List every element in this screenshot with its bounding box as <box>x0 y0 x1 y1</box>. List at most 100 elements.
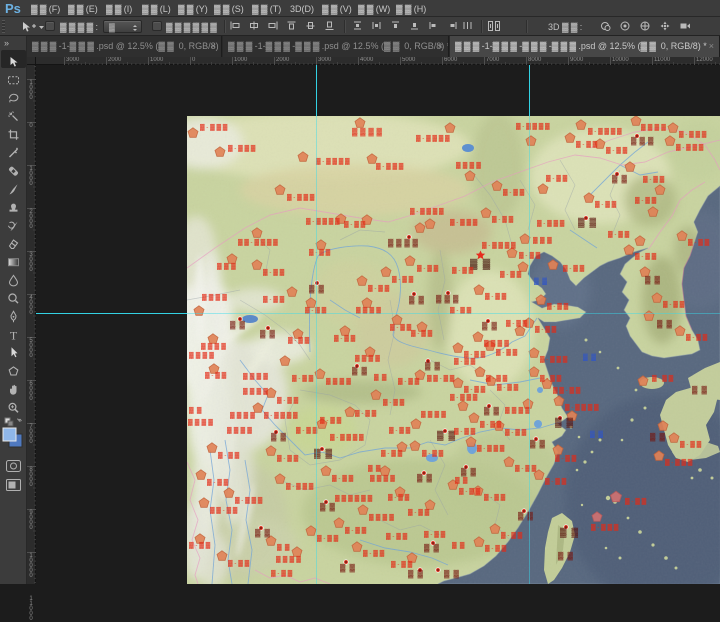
svg-text:▓-▓▓▓: ▓-▓▓▓ <box>665 459 693 466</box>
svg-text:▓▓▓▓: ▓▓▓▓ <box>276 556 301 563</box>
svg-text:▓-▓▓: ▓-▓▓ <box>263 296 285 303</box>
svg-text:▓-▓▓▓: ▓-▓▓▓ <box>679 131 707 138</box>
svg-text:▓-▓▓▓: ▓-▓▓▓ <box>235 497 263 504</box>
svg-text:▓-▓▓: ▓-▓▓ <box>486 375 508 382</box>
svg-text:▓-▓▓: ▓-▓▓ <box>391 561 413 568</box>
svg-text:▓▓▓▓: ▓▓▓▓ <box>243 373 268 380</box>
svg-text:▓-▓▓: ▓-▓▓ <box>277 397 299 404</box>
svg-text:▓-▓▓▓: ▓-▓▓▓ <box>591 524 619 531</box>
svg-text:▓-▓▓: ▓-▓▓ <box>459 488 481 495</box>
svg-text:▓-▓▓: ▓-▓▓ <box>635 197 657 204</box>
svg-text:▓-▓▓: ▓-▓▓ <box>576 141 598 148</box>
svg-text:▓-▓▓: ▓-▓▓ <box>680 441 702 448</box>
svg-text:▓-▓▓: ▓-▓▓ <box>355 410 377 417</box>
svg-text:▓-▓▓: ▓-▓▓ <box>381 450 403 457</box>
svg-text:▓-▓▓: ▓-▓▓ <box>332 475 354 482</box>
svg-text:▓-▓▓: ▓-▓▓ <box>292 375 314 382</box>
svg-text:▓-▓▓: ▓-▓▓ <box>496 349 518 356</box>
svg-text:▓-▓▓: ▓-▓▓ <box>464 351 486 358</box>
svg-text:▓-▓▓: ▓-▓▓ <box>363 550 385 557</box>
svg-text:▓▓▓▓: ▓▓▓▓ <box>227 427 252 434</box>
svg-text:▓-▓▓: ▓-▓▓ <box>320 417 342 424</box>
svg-text:▓-▓▓▓: ▓-▓▓▓ <box>450 394 478 401</box>
svg-text:▓-▓▓: ▓-▓▓ <box>207 479 229 486</box>
svg-text:▓-▓▓: ▓-▓▓ <box>563 265 585 272</box>
svg-text:▓▓▓▓: ▓▓▓▓ <box>243 388 268 395</box>
svg-text:▓▓▓▓: ▓▓▓▓ <box>456 162 481 169</box>
svg-text:▓-▓▓: ▓-▓▓ <box>398 378 420 385</box>
svg-text:▓-▓▓: ▓-▓▓ <box>535 326 557 333</box>
svg-text:▓-▓▓▓: ▓-▓▓▓ <box>537 220 565 227</box>
svg-text:▓-▓▓: ▓-▓▓ <box>545 478 567 485</box>
svg-text:▓-▓▓: ▓-▓▓ <box>263 269 285 276</box>
svg-text:▓▓▓▓: ▓▓▓▓ <box>230 412 255 419</box>
svg-text:▓-▓▓: ▓-▓▓ <box>485 545 507 552</box>
svg-text:▓▓▓▓: ▓▓▓▓ <box>370 475 395 482</box>
svg-text:▓-▓▓: ▓-▓▓ <box>228 560 250 567</box>
svg-text:▓▓-▓▓: ▓▓-▓▓ <box>210 507 238 514</box>
svg-text:▓▓▓▓: ▓▓▓▓ <box>188 419 213 426</box>
svg-text:▓-▓▓▓: ▓-▓▓▓ <box>376 163 404 170</box>
svg-text:▓▓▓▓: ▓▓▓▓ <box>369 514 394 521</box>
svg-text:▓-▓▓▓: ▓-▓▓▓ <box>540 356 568 363</box>
svg-text:▓-▓▓: ▓-▓▓ <box>555 455 577 462</box>
svg-text:▓-▓▓: ▓-▓▓ <box>417 265 439 272</box>
svg-text:▓▓▓▓: ▓▓▓▓ <box>641 124 666 131</box>
svg-text:▓-▓▓▓: ▓-▓▓▓ <box>287 194 315 201</box>
svg-text:▓-▓▓: ▓-▓▓ <box>503 189 525 196</box>
svg-text:▓-▓▓: ▓-▓▓ <box>547 303 569 310</box>
svg-text:▓-▓▓: ▓-▓▓ <box>422 450 444 457</box>
svg-text:▓-▓▓: ▓-▓▓ <box>497 384 519 391</box>
svg-text:▓-▓▓: ▓-▓▓ <box>501 532 523 539</box>
svg-text:▓-▓▓: ▓-▓▓ <box>505 429 527 436</box>
svg-text:▓▓▓▓: ▓▓▓▓ <box>202 294 227 301</box>
svg-text:▓-▓▓▓: ▓-▓▓▓ <box>200 124 228 131</box>
svg-text:▓-▓▓: ▓-▓▓ <box>424 531 446 538</box>
svg-text:▓-▓▓▓: ▓-▓▓▓ <box>676 144 704 151</box>
svg-text:▓▓-▓▓: ▓▓-▓▓ <box>553 387 581 394</box>
svg-text:T: T <box>10 329 18 343</box>
svg-text:▓-▓▓▓: ▓-▓▓▓ <box>450 219 478 226</box>
svg-text:▓▓▓▓▓▓: ▓▓▓▓▓▓ <box>335 495 373 502</box>
svg-text:▓▓▓▓: ▓▓▓▓ <box>505 407 530 414</box>
svg-text:▓-▓▓: ▓-▓▓ <box>388 494 410 501</box>
svg-text:▓-▓▓▓: ▓-▓▓▓ <box>286 483 314 490</box>
svg-text:▓-▓▓: ▓-▓▓ <box>606 147 628 154</box>
svg-text:▓-▓▓: ▓-▓▓ <box>334 335 356 342</box>
svg-text:▓-▓▓: ▓-▓▓ <box>454 428 476 435</box>
svg-text:▓-▓▓: ▓-▓▓ <box>485 293 507 300</box>
svg-text:»: » <box>4 38 9 48</box>
svg-text:▓-▓▓: ▓-▓▓ <box>389 427 411 434</box>
svg-text:▓-▓▓: ▓-▓▓ <box>383 399 405 406</box>
svg-text:▓▓-▓▓: ▓▓-▓▓ <box>427 375 455 382</box>
svg-text:▓-▓▓: ▓-▓▓ <box>625 498 647 505</box>
svg-text:▓▓▓: ▓▓▓ <box>217 263 236 270</box>
svg-text:▓▓▓▓: ▓▓▓▓ <box>201 343 226 350</box>
svg-text:▓-▓▓: ▓-▓▓ <box>189 542 211 549</box>
svg-text:▓-▓▓: ▓-▓▓ <box>540 375 562 382</box>
svg-text:▓-▓▓: ▓-▓▓ <box>663 301 685 308</box>
svg-text:▓-▓▓: ▓-▓▓ <box>408 509 430 516</box>
svg-text:▓-▓▓: ▓-▓▓ <box>205 372 227 379</box>
svg-text:▓-▓▓: ▓-▓▓ <box>386 533 408 540</box>
svg-text:▓▓▓▓: ▓▓▓▓ <box>326 378 351 385</box>
svg-text:▓-▓▓: ▓-▓▓ <box>546 175 568 182</box>
svg-text:▓▓▓▓: ▓▓▓▓ <box>355 355 380 362</box>
svg-text:▓-▓▓: ▓-▓▓ <box>643 176 665 183</box>
svg-text:▓-▓▓: ▓-▓▓ <box>344 221 366 228</box>
svg-text:▓-▓▓: ▓-▓▓ <box>390 324 412 331</box>
svg-text:▓▓▓: ▓▓▓ <box>533 237 552 244</box>
svg-text:▓-▓▓: ▓-▓▓ <box>484 494 506 501</box>
svg-text:▓-▓▓: ▓-▓▓ <box>411 330 433 337</box>
svg-text:▓-▓▓: ▓-▓▓ <box>686 334 708 341</box>
svg-text:▓-▓▓: ▓-▓▓ <box>218 452 240 459</box>
svg-text:▓▓▓▓: ▓▓▓▓ <box>421 411 446 418</box>
svg-text:▓-▓▓: ▓-▓▓ <box>271 570 293 577</box>
svg-text:▓▓▓: ▓▓▓ <box>436 294 459 304</box>
svg-text:▓-▓▓: ▓-▓▓ <box>345 527 367 534</box>
svg-text:▓-▓▓: ▓-▓▓ <box>452 267 474 274</box>
svg-text:▓-▓▓▓: ▓-▓▓▓ <box>477 445 505 452</box>
svg-text:▓-▓▓: ▓-▓▓ <box>296 427 318 434</box>
svg-text:▓-▓▓: ▓-▓▓ <box>368 285 390 292</box>
svg-text:▓-▓▓: ▓-▓▓ <box>500 271 522 278</box>
